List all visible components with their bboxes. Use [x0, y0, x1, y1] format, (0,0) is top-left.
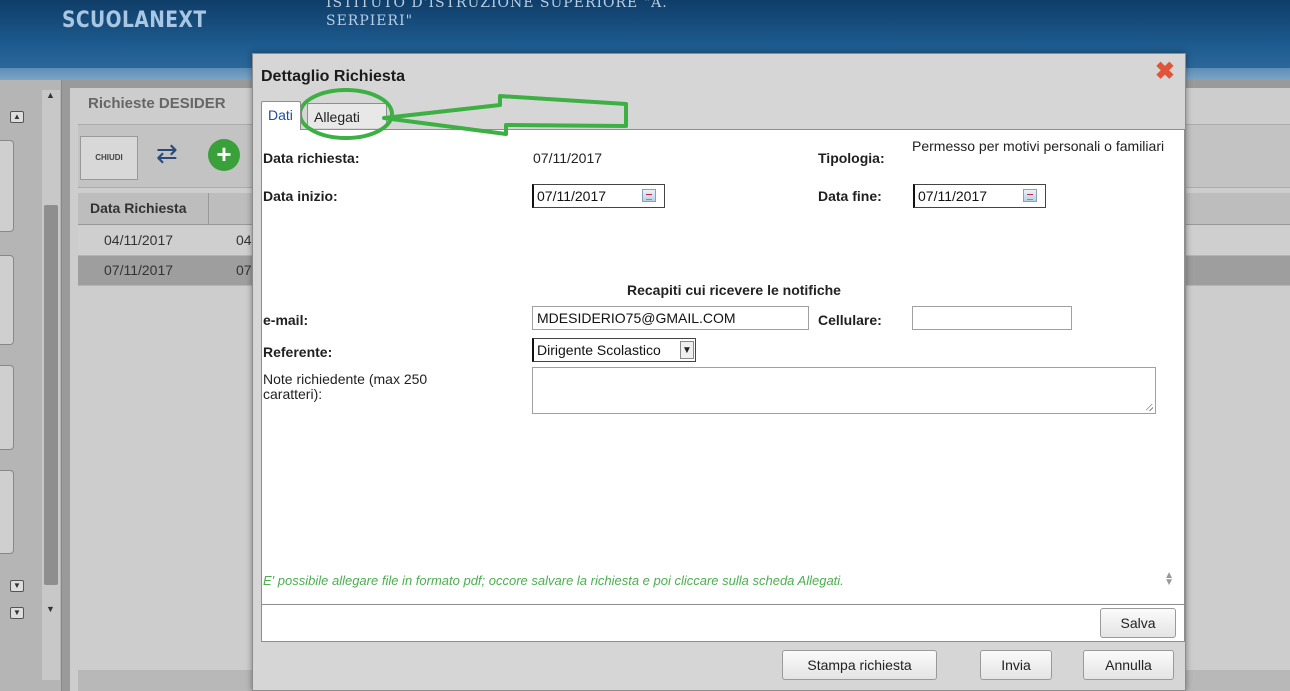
cellulare-field[interactable]: [912, 306, 1072, 330]
tab-dati[interactable]: Dati: [261, 101, 301, 130]
table-cell-date: 07/11/2017: [104, 262, 174, 278]
calendar-icon[interactable]: [642, 189, 656, 202]
referente-select[interactable]: Dirigente Scolastico ▼: [532, 338, 696, 362]
close-icon[interactable]: ✖: [1155, 60, 1175, 84]
chevron-down-icon[interactable]: ▼: [680, 341, 694, 359]
expand-icon[interactable]: ▼: [10, 580, 24, 592]
school-name-line1: ISTITUTO D'ISTRUZIONE SUPERIORE "A.: [326, 0, 668, 11]
data-fine-field[interactable]: 07/11/2017: [913, 184, 1046, 208]
email-label: e-mail:: [263, 312, 309, 328]
calendar-icon[interactable]: [1023, 189, 1037, 202]
referente-label: Referente:: [263, 344, 333, 360]
table-cell: 07: [236, 262, 252, 278]
data-fine-label: Data fine:: [818, 188, 882, 204]
notifiche-heading: Recapiti cui ricevere le notifiche: [627, 282, 841, 298]
rail-section[interactable]: [0, 255, 14, 345]
rail-section[interactable]: [0, 365, 14, 450]
left-rail: ▲ ▼ ▲ ▼ ▼: [0, 80, 62, 691]
refresh-icon[interactable]: ⇄: [156, 138, 178, 169]
data-inizio-field[interactable]: 07/11/2017: [532, 184, 665, 208]
cellulare-label: Cellulare:: [818, 312, 882, 328]
school-name: ISTITUTO D'ISTRUZIONE SUPERIORE "A. SERP…: [326, 0, 668, 30]
expand-icon[interactable]: ▼: [10, 607, 24, 619]
tipologia-value: Permesso per motivi personali o familiar…: [912, 138, 1165, 154]
invia-button[interactable]: Invia: [980, 650, 1052, 680]
note-label: Note richiedente (max 250 caratteri):: [263, 371, 428, 402]
chiudi-button[interactable]: CHIUDI: [80, 136, 138, 180]
salva-button[interactable]: Salva: [1100, 608, 1176, 638]
rail-scroll-thumb[interactable]: [44, 205, 58, 585]
add-icon[interactable]: +: [208, 139, 240, 171]
rail-section[interactable]: [0, 140, 14, 232]
collapse-icon[interactable]: ▲: [10, 111, 24, 123]
scroll-down-icon[interactable]: ▼: [46, 604, 55, 614]
app-logo: SCUOLANEXT: [62, 8, 207, 33]
table-cell-date: 04/11/2017: [104, 232, 174, 248]
annulla-button[interactable]: Annulla: [1083, 650, 1174, 680]
table-cell: 04: [236, 232, 252, 248]
rail-section[interactable]: [0, 470, 14, 554]
note-textarea[interactable]: [532, 367, 1156, 414]
school-name-line2: SERPIERI": [326, 13, 414, 29]
data-inizio-label: Data inizio:: [263, 188, 338, 204]
dialog-tabs: Dati Allegati: [261, 99, 1185, 130]
dati-tab-panel: Data richiesta: 07/11/2017 Tipologia: Pe…: [261, 129, 1185, 605]
tab-allegati[interactable]: Allegati: [307, 103, 387, 128]
allegati-hint: E' possibile allegare file in formato pd…: [263, 573, 844, 588]
email-field[interactable]: MDESIDERIO75@GMAIL.COM: [532, 306, 809, 330]
referente-value: Dirigente Scolastico: [537, 342, 661, 358]
data-fine-value: 07/11/2017: [918, 188, 988, 204]
data-inizio-value: 07/11/2017: [537, 188, 607, 204]
requests-panel-title: Richieste DESIDER: [88, 95, 226, 112]
scroll-up-icon[interactable]: ▲: [46, 90, 55, 100]
column-header-data-richiesta[interactable]: Data Richiesta: [90, 200, 186, 216]
dialog-title: Dettaglio Richiesta: [261, 68, 406, 85]
column-divider: [208, 193, 209, 225]
spinner-icon: ▲ ▼: [1164, 570, 1174, 588]
stampa-richiesta-button[interactable]: Stampa richiesta: [782, 650, 937, 680]
data-richiesta-label: Data richiesta:: [263, 150, 360, 166]
tipologia-label: Tipologia:: [818, 150, 885, 166]
dettaglio-richiesta-dialog: Dettaglio Richiesta ✖ Dati Allegati Data…: [252, 53, 1186, 691]
data-richiesta-value: 07/11/2017: [533, 150, 603, 166]
salva-bar: Salva: [261, 605, 1185, 642]
